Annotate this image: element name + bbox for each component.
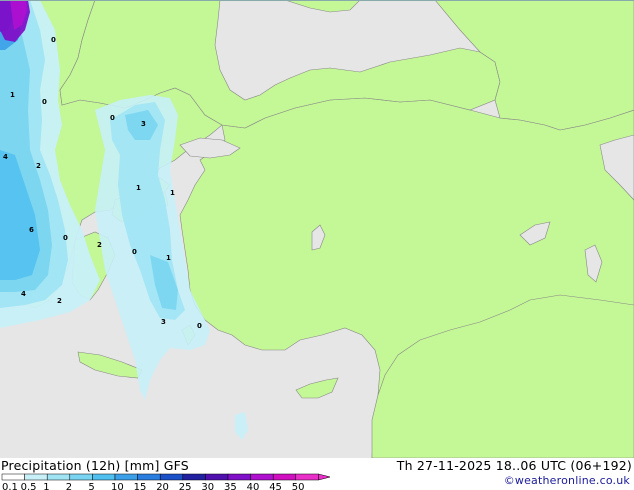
legend-arrow (318, 473, 330, 481)
map-value: 0 (42, 98, 47, 106)
valid-time: Th 27-11-2025 18..06 UTC (06+192) (396, 458, 632, 473)
legend-color-box (137, 473, 161, 481)
map-value: 1 (136, 184, 141, 192)
map-value: 2 (97, 241, 102, 249)
map-value: 1 (10, 91, 15, 99)
map-value: 0 (110, 114, 115, 122)
legend-tick-label: 35 (224, 482, 237, 490)
legend-tick-label: 5 (88, 482, 94, 490)
map-value: 0 (51, 36, 56, 44)
legend-tick-label: 2 (66, 482, 72, 490)
legend-tick-label: 25 (179, 482, 192, 490)
legend-color-box (46, 473, 71, 481)
map-value: 4 (21, 290, 26, 298)
legend-color-box (250, 473, 274, 481)
weather-map-view: 0 1 0 0 3 4 2 1 1 6 0 2 0 1 4 2 3 0 Prec… (0, 0, 634, 490)
map-value: 1 (166, 254, 171, 262)
legend-color-box (227, 473, 251, 481)
map-value: 3 (141, 120, 146, 128)
legend-tick-label: 50 (292, 482, 305, 490)
legend-color-box (114, 473, 138, 481)
map-value: 2 (36, 162, 41, 170)
legend-tick-label: 20 (156, 482, 169, 490)
legend-tick-label: 0.5 (21, 482, 37, 490)
map-value: 2 (57, 297, 62, 305)
legend-color-box (295, 473, 319, 481)
legend-tick-label: 40 (247, 482, 260, 490)
legend-color-box (24, 473, 48, 481)
legend-color-box (205, 473, 229, 481)
map-value: 0 (132, 248, 137, 256)
legend-tick-label: 0.1 (2, 482, 18, 490)
credit-link[interactable]: ©weatheronline.co.uk (504, 474, 630, 487)
map-title: Precipitation (12h) [mm] GFS (1, 458, 189, 473)
legend-color-box (1, 473, 25, 481)
legend-tick-label: 30 (201, 482, 214, 490)
color-scale-legend: 0.1 0.5 1 2 5 10 15 20 25 30 35 40 45 50 (1, 473, 330, 490)
legend-tick-label: 15 (134, 482, 147, 490)
legend-color-box (182, 473, 206, 481)
legend-color-box (159, 473, 184, 481)
precipitation-map: 0 1 0 0 3 4 2 1 1 6 0 2 0 1 4 2 3 0 (0, 0, 634, 458)
legend-color-box (69, 473, 93, 481)
legend-tick-label: 10 (111, 482, 124, 490)
map-value: 0 (197, 322, 202, 330)
map-footer: Precipitation (12h) [mm] GFS Th 27-11-20… (0, 458, 634, 490)
legend-tick-label: 1 (43, 482, 49, 490)
legend-color-box (92, 473, 116, 481)
legend-color-box (272, 473, 297, 481)
map-value: 4 (3, 153, 8, 161)
map-value: 3 (161, 318, 166, 326)
map-value: 0 (63, 234, 68, 242)
map-value: 6 (29, 226, 34, 234)
legend-tick-label: 45 (269, 482, 282, 490)
map-value: 1 (170, 189, 175, 197)
